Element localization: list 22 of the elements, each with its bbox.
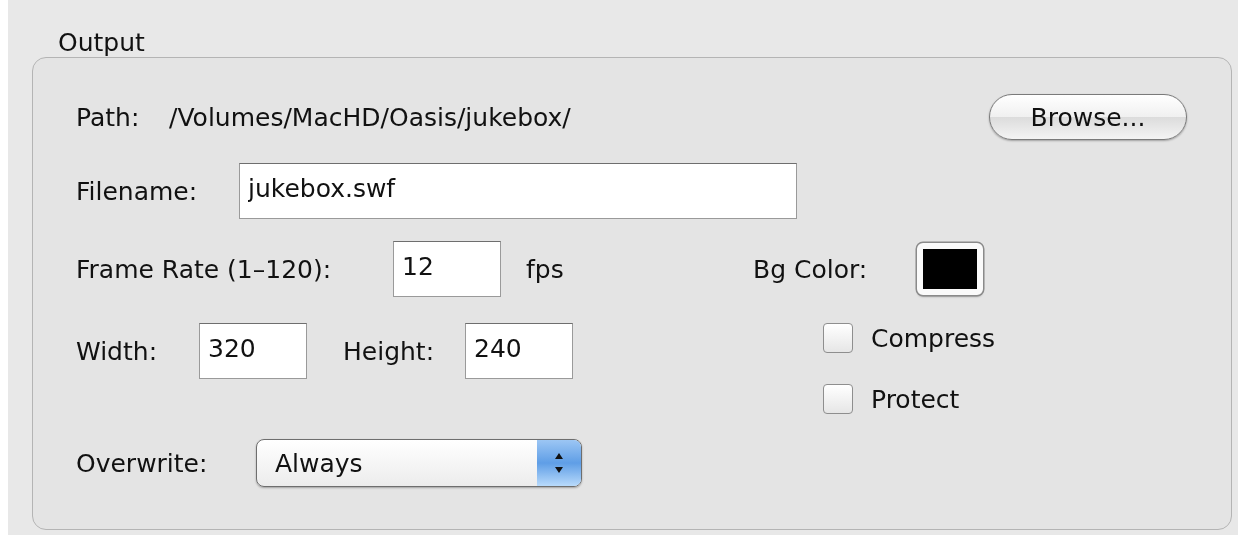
filename-label: Filename: (76, 176, 199, 206)
group-title: Output (58, 28, 146, 57)
overwrite-dropdown[interactable]: Always (256, 439, 582, 487)
frame-rate-field[interactable]: 12 (393, 241, 501, 297)
browse-button[interactable]: Browse... (989, 94, 1187, 140)
checkbox[interactable] (823, 384, 853, 414)
overwrite-label: Overwrite: (76, 448, 209, 478)
path-label: Path: (76, 102, 141, 132)
checkbox-label: Protect (871, 384, 960, 414)
fps-label: fps (526, 254, 564, 284)
width-field[interactable]: 320 (199, 323, 307, 379)
frame-rate-label: Frame Rate (1–120): (76, 254, 333, 284)
width-label: Width: (76, 336, 159, 366)
stepper-icon (537, 440, 581, 486)
height-field[interactable]: 240 (465, 323, 573, 379)
path-value: /Volumes/MacHD/Oasis/jukebox/ (169, 102, 571, 132)
checkbox[interactable] (823, 323, 853, 353)
checkbox-label: Compress (871, 323, 996, 353)
filename-field[interactable]: jukebox.swf (239, 163, 797, 219)
color-swatch[interactable] (917, 243, 983, 295)
height-label: Height: (343, 336, 436, 366)
bg-color-label: Bg Color: (753, 254, 869, 284)
